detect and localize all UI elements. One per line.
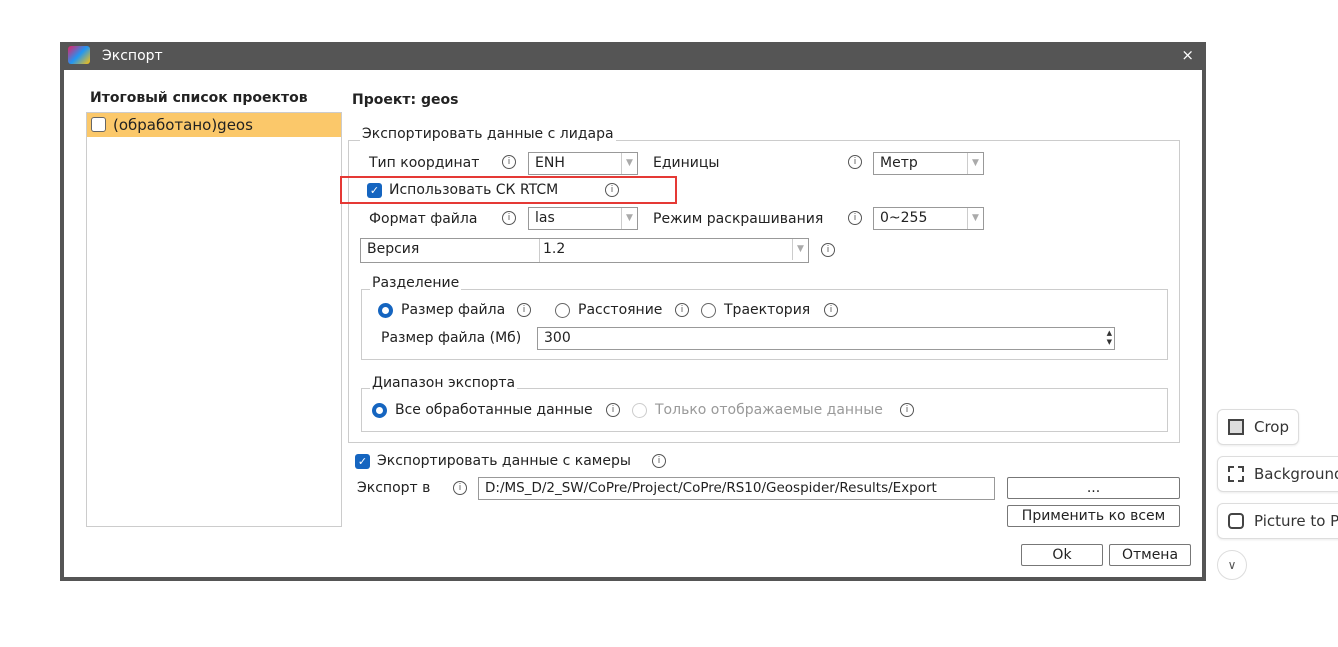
chevron-down-icon: ▼ xyxy=(967,208,983,229)
range-group-title: Диапазон экспорта xyxy=(370,375,518,391)
camera-label: Экспортировать данные с камеры xyxy=(377,453,631,469)
coord-select[interactable]: ENH ▼ xyxy=(528,152,638,175)
split-group-title: Разделение xyxy=(370,275,462,291)
radio-distance-label: Расстояние xyxy=(578,302,663,318)
export-path-input[interactable]: D:/MS_D/2_SW/CoPre/Project/CoPre/RS10/Ge… xyxy=(478,477,995,500)
background-remove-icon xyxy=(1228,466,1244,482)
color-mode-select[interactable]: 0~255 ▼ xyxy=(873,207,984,230)
radio-all-data-label: Все обработанные данные xyxy=(395,402,593,418)
project-heading: Проект: geos xyxy=(352,92,459,108)
size-spinbox[interactable]: 300 ▲ ▼ xyxy=(537,327,1115,350)
camera-checkbox[interactable]: ✓ xyxy=(355,454,370,469)
units-label: Единицы xyxy=(653,155,720,171)
rtcm-label: Использовать СК RTCM xyxy=(389,182,559,198)
project-label: (обработано)geos xyxy=(113,116,253,134)
crop-button[interactable]: Crop xyxy=(1217,409,1299,445)
export-path-label: Экспорт в xyxy=(357,480,431,496)
radio-file-size-label: Размер файла xyxy=(401,302,506,318)
radio-trajectory[interactable] xyxy=(701,303,716,318)
info-icon[interactable]: i xyxy=(824,303,838,317)
info-icon[interactable]: i xyxy=(675,303,689,317)
radio-trajectory-label: Траектория xyxy=(724,302,811,318)
info-icon[interactable]: i xyxy=(652,454,666,468)
close-button[interactable]: × xyxy=(1181,46,1194,64)
radio-all-data[interactable] xyxy=(372,403,387,418)
lidar-group-title: Экспортировать данные с лидара xyxy=(360,126,616,142)
info-icon[interactable]: i xyxy=(502,155,516,169)
projects-heading: Итоговый список проектов xyxy=(90,90,308,106)
version-label: Версия xyxy=(367,241,420,257)
picture-to-pdf-button[interactable]: Picture to PI xyxy=(1217,503,1338,539)
info-icon[interactable]: i xyxy=(848,155,862,169)
project-checkbox[interactable] xyxy=(91,117,106,132)
info-icon[interactable]: i xyxy=(900,403,914,417)
radio-displayed-data-label: Только отображаемые данные xyxy=(655,402,883,418)
ok-button[interactable]: Ok xyxy=(1021,544,1103,566)
format-select[interactable]: las ▼ xyxy=(528,207,638,230)
info-icon[interactable]: i xyxy=(517,303,531,317)
info-icon[interactable]: i xyxy=(848,211,862,225)
version-select[interactable]: Версия 1.2 ▼ xyxy=(360,238,809,263)
project-list: (обработано)geos xyxy=(86,112,342,527)
browse-button[interactable]: ... xyxy=(1007,477,1180,499)
background-button[interactable]: Background xyxy=(1217,456,1338,492)
radio-file-size[interactable] xyxy=(378,303,393,318)
info-icon[interactable]: i xyxy=(821,243,835,257)
version-value: 1.2 xyxy=(539,239,568,262)
cancel-button[interactable]: Отмена xyxy=(1109,544,1191,566)
units-select[interactable]: Метр ▼ xyxy=(873,152,984,175)
coord-label: Тип координат xyxy=(369,155,480,171)
picture-icon xyxy=(1228,513,1244,529)
radio-displayed-data[interactable] xyxy=(632,403,647,418)
list-item[interactable]: (обработано)geos xyxy=(87,113,341,137)
radio-distance[interactable] xyxy=(555,303,570,318)
chevron-down-icon[interactable]: ∨ xyxy=(1217,550,1247,580)
spin-arrows-icon[interactable]: ▲ ▼ xyxy=(1107,329,1112,347)
format-label: Формат файла xyxy=(369,211,478,227)
size-label: Размер файла (Мб) xyxy=(381,330,522,346)
chevron-down-icon: ▼ xyxy=(621,153,637,174)
color-mode-label: Режим раскрашивания xyxy=(653,211,824,227)
rtcm-checkbox[interactable]: ✓ xyxy=(367,183,382,198)
chevron-down-icon: ▼ xyxy=(967,153,983,174)
crop-icon xyxy=(1228,419,1244,435)
info-icon[interactable]: i xyxy=(502,211,516,225)
chevron-down-icon: ▼ xyxy=(792,239,808,260)
app-icon xyxy=(68,46,90,64)
info-icon[interactable]: i xyxy=(606,403,620,417)
apply-all-button[interactable]: Применить ко всем xyxy=(1007,505,1180,527)
info-icon[interactable]: i xyxy=(605,183,619,197)
dialog-title: Экспорт xyxy=(102,48,163,64)
chevron-down-icon: ▼ xyxy=(621,208,637,229)
info-icon[interactable]: i xyxy=(453,481,467,495)
